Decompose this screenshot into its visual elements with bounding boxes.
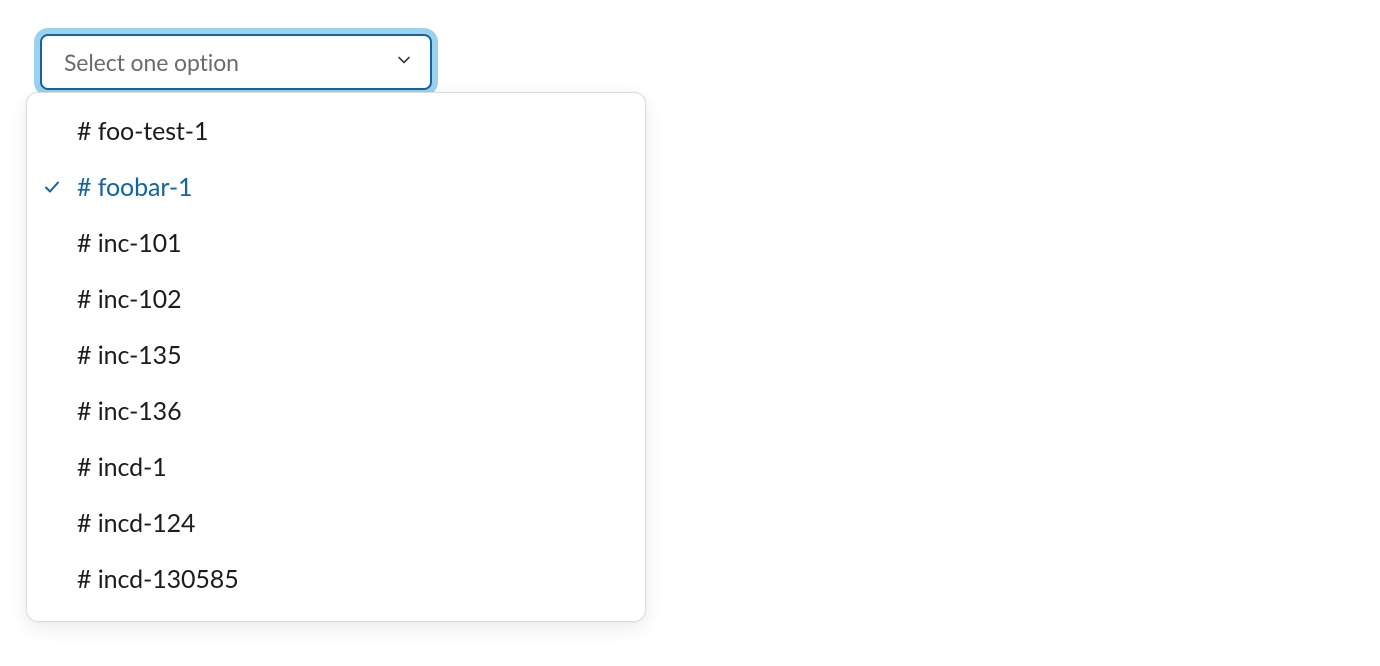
option-label: # incd-1 — [77, 452, 167, 482]
option-inc-101[interactable]: # inc-101 — [27, 215, 645, 271]
option-inc-135[interactable]: # inc-135 — [27, 327, 645, 383]
channel-select-menu: # foo-test-1 # foobar-1 # inc-101 — [26, 92, 646, 622]
option-label: # inc-135 — [77, 340, 181, 370]
option-label: # foobar-1 — [77, 172, 192, 202]
channel-select-trigger[interactable]: Select one option — [40, 34, 432, 90]
option-label: # incd-130585 — [77, 564, 239, 594]
option-incd-1[interactable]: # incd-1 — [27, 439, 645, 495]
check-icon — [43, 178, 77, 196]
option-incd-124[interactable]: # incd-124 — [27, 495, 645, 551]
option-label: # incd-124 — [77, 508, 195, 538]
option-foo-test-1[interactable]: # foo-test-1 — [27, 103, 645, 159]
select-placeholder: Select one option — [64, 48, 239, 76]
chevron-down-icon — [396, 52, 412, 72]
option-inc-102[interactable]: # inc-102 — [27, 271, 645, 327]
option-foobar-1[interactable]: # foobar-1 — [27, 159, 645, 215]
option-label: # inc-102 — [77, 284, 181, 314]
option-label: # inc-101 — [77, 228, 181, 258]
option-incd-130585[interactable]: # incd-130585 — [27, 551, 645, 607]
option-label: # foo-test-1 — [77, 116, 208, 146]
option-label: # inc-136 — [77, 396, 181, 426]
option-inc-136[interactable]: # inc-136 — [27, 383, 645, 439]
